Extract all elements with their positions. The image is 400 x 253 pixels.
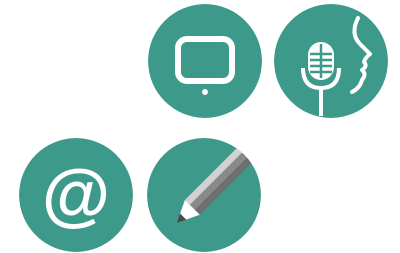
microphone-voice-icon-graphic bbox=[274, 4, 388, 118]
at-sign-icon-graphic: @ bbox=[19, 138, 133, 252]
pencil-icon bbox=[147, 138, 261, 252]
tablet-home-button bbox=[202, 89, 208, 95]
tablet-icon-circle bbox=[148, 4, 262, 118]
microphone-voice-icon bbox=[274, 4, 388, 118]
pencil-icon-graphic bbox=[147, 138, 261, 252]
at-sign-symbol: @ bbox=[42, 155, 110, 233]
tablet-icon-graphic bbox=[148, 4, 262, 118]
tablet-icon bbox=[148, 4, 262, 118]
at-sign-icon: @ bbox=[19, 138, 133, 252]
